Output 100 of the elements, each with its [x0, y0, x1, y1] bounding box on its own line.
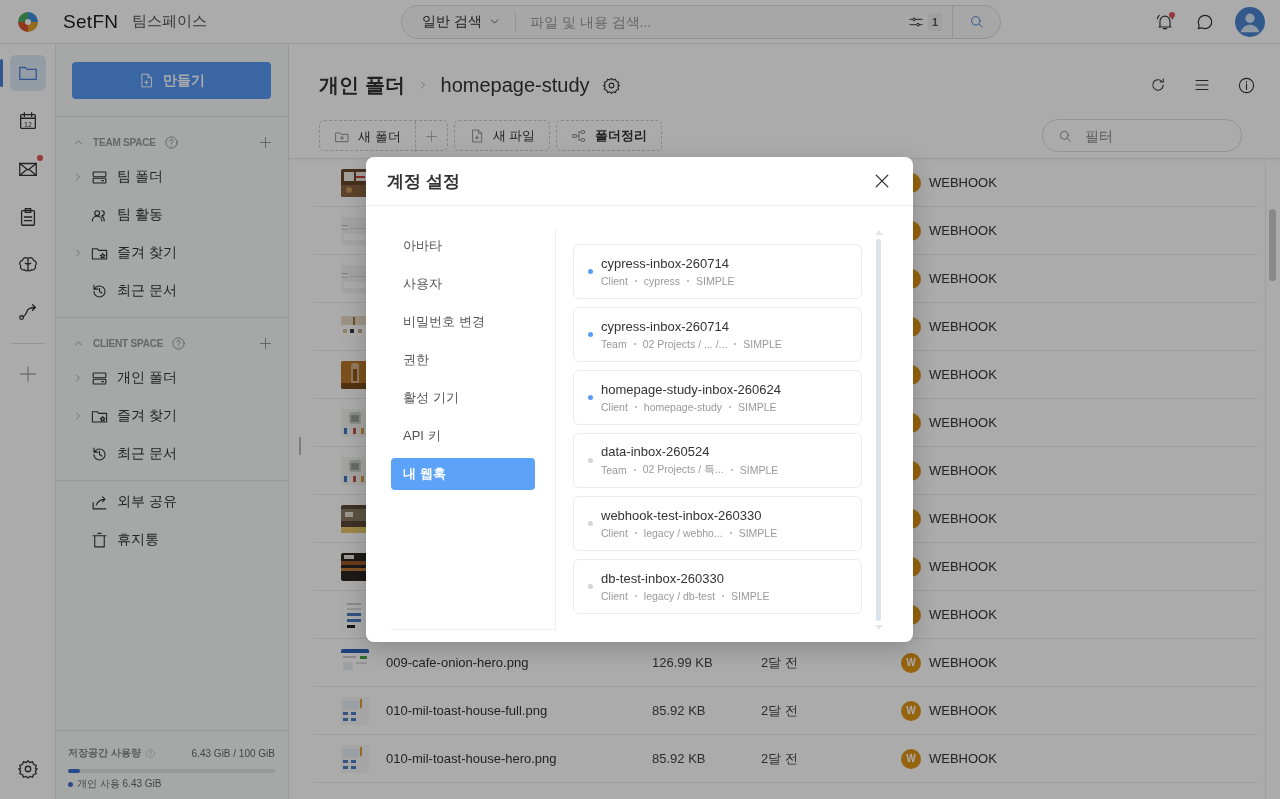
notification-dot	[1169, 11, 1175, 18]
webhook-type: SIMPLE	[731, 590, 770, 602]
webhook-card[interactable]: webhook-test-inbox-260330 Client legacy / webho... SIMPLE	[573, 496, 862, 551]
owner-name: WEBHOOK	[929, 655, 997, 670]
sidebar-item[interactable]: 최근 문서	[72, 272, 273, 310]
owner-name: WEBHOOK	[929, 367, 997, 382]
settings-icon	[16, 758, 39, 780]
settings-tab[interactable]: 아바타	[391, 230, 535, 262]
settings-tab[interactable]: 사용자	[391, 268, 535, 300]
webhook-path: homepage-study	[643, 401, 723, 413]
active-indicator	[0, 59, 3, 87]
storage-value: 6.43 GiB / 100 GiB	[191, 747, 275, 759]
webhook-card[interactable]: data-inbox-260524 Team 02 Projects / 특... SIMPLE	[573, 433, 862, 488]
webhook-card[interactable]: db-test-inbox-260330 Client legacy / db-test SIMPLE	[573, 559, 862, 614]
file-size: 85.92 KB	[652, 703, 707, 718]
unread-dot	[36, 155, 43, 161]
trash-icon	[90, 530, 109, 550]
webhook-name: cypress-inbox-260714	[601, 319, 730, 334]
help-icon[interactable]	[163, 134, 179, 150]
search-icon	[968, 13, 985, 30]
sidebar-item[interactable]: 외부 공유	[72, 483, 259, 521]
modified-date: 2달 전	[761, 701, 799, 720]
webhook-scope: Client	[601, 590, 628, 602]
webhook-type: SIMPLE	[739, 464, 779, 476]
add-icon[interactable]	[258, 335, 273, 351]
owner-name: WEBHOOK	[929, 607, 997, 622]
file-name[interactable]: 009-cafe-onion-hero.png	[386, 655, 652, 670]
owner-avatar: W	[901, 652, 921, 673]
brand-name: SetFN	[63, 10, 119, 33]
user-avatar[interactable]	[1235, 6, 1265, 37]
sidebar-item[interactable]: 최근 문서	[72, 435, 273, 473]
modified-date: 2달 전	[761, 653, 799, 672]
webhook-type: SIMPLE	[743, 338, 782, 350]
file-size: 85.92 KB	[652, 751, 707, 766]
tree-icon	[571, 127, 588, 144]
owner-name: WEBHOOK	[929, 559, 997, 574]
help-icon[interactable]	[171, 335, 187, 351]
organize-folder-button[interactable]: 폴더정리	[556, 120, 663, 151]
webhook-name: data-inbox-260524	[601, 444, 711, 459]
add-icon[interactable]	[258, 134, 273, 150]
file-size: 126.99 KB	[652, 655, 714, 670]
search-bar[interactable]: 일반 검색 파일 및 내용 검색... 1	[401, 4, 1001, 39]
new-file-button[interactable]: 새 파일	[453, 120, 551, 151]
sidebar-item[interactable]: 즐겨 찾기	[72, 234, 273, 272]
legend-dot	[68, 781, 73, 787]
breadcrumb-item[interactable]: 개인 폴더	[319, 71, 405, 99]
owner-name: WEBHOOK	[929, 463, 997, 478]
section-title: CLIENT SPACE	[93, 337, 164, 349]
filter-field[interactable]: 필터	[1042, 119, 1242, 152]
sidebar-item[interactable]: 팀 활동	[72, 196, 273, 234]
settings-tab[interactable]: 권한	[391, 344, 535, 376]
webhook-scope: Client	[601, 275, 628, 287]
webhook-path: legacy / webho...	[643, 527, 723, 539]
owner-avatar: W	[901, 748, 921, 769]
webhook-name: webhook-test-inbox-260330	[601, 508, 763, 523]
owner-name: WEBHOOK	[929, 271, 997, 286]
owner-name: WEBHOOK	[929, 319, 997, 334]
search-input[interactable]: 파일 및 내용 검색...	[515, 12, 908, 31]
owner-avatar: W	[901, 700, 921, 721]
owner-name: WEBHOOK	[929, 703, 997, 718]
webhook-card[interactable]: cypress-inbox-260714 Team 02 Projects / ... /... SIMPLE	[573, 307, 862, 362]
settings-icon[interactable]	[601, 75, 621, 95]
search-mode-dropdown[interactable]: 일반 검색	[402, 11, 516, 32]
section-title: TEAM SPACE	[93, 136, 156, 148]
webhook-name: db-test-inbox-260330	[601, 571, 725, 586]
webhook-scope: Team	[601, 338, 627, 350]
file-name[interactable]: 010-mil-toast-house-hero.png	[386, 751, 652, 766]
webhook-path: 02 Projects / ... /...	[642, 338, 728, 350]
webhook-card[interactable]: cypress-inbox-260714 Client cypress SIMPLE	[573, 244, 862, 299]
owner-name: WEBHOOK	[929, 175, 997, 190]
settings-tab[interactable]: 비밀번호 변경	[391, 306, 535, 338]
webhook-name: cypress-inbox-260714	[601, 256, 730, 271]
sidebar-item[interactable]: 팀 폴더	[72, 158, 273, 196]
settings-tab[interactable]: 활성 기기	[391, 382, 535, 414]
webhook-scope: Client	[601, 401, 628, 413]
sidebar-item[interactable]: 즐겨 찾기	[72, 397, 273, 435]
webhook-card[interactable]: homepage-study-inbox-260624 Client homepage-study SIMPLE	[573, 370, 862, 425]
owner-name: WEBHOOK	[929, 415, 997, 430]
owner-name: WEBHOOK	[929, 511, 997, 526]
webhook-scope: Team	[601, 464, 627, 476]
logo-icon[interactable]	[17, 10, 39, 33]
webhook-type: SIMPLE	[738, 527, 778, 539]
modified-date: 2달 전	[761, 749, 799, 768]
workspace-name: 팀스페이스	[132, 12, 208, 31]
file-name[interactable]: 010-mil-toast-house-full.png	[386, 703, 652, 718]
webhook-scope: Client	[601, 527, 628, 539]
settings-tab[interactable]: API 키	[391, 420, 535, 452]
webhook-path: legacy / db-test	[643, 590, 716, 602]
plus-icon	[423, 129, 439, 144]
breadcrumb-item: homepage-study	[440, 73, 590, 97]
filter-count-badge: 1	[927, 12, 942, 31]
sidebar-item[interactable]: 휴지통	[72, 521, 259, 559]
dialog-title: 계정 설정	[387, 170, 460, 193]
info-icon[interactable]	[1237, 75, 1256, 95]
sidebar-item[interactable]: 개인 폴더	[72, 359, 273, 397]
refresh-icon[interactable]	[1149, 76, 1167, 94]
webhook-type: SIMPLE	[696, 275, 735, 287]
resize-handle[interactable]	[299, 437, 301, 455]
storage-label: 저장공간 사용량	[68, 746, 141, 760]
webhook-type: SIMPLE	[738, 401, 777, 413]
